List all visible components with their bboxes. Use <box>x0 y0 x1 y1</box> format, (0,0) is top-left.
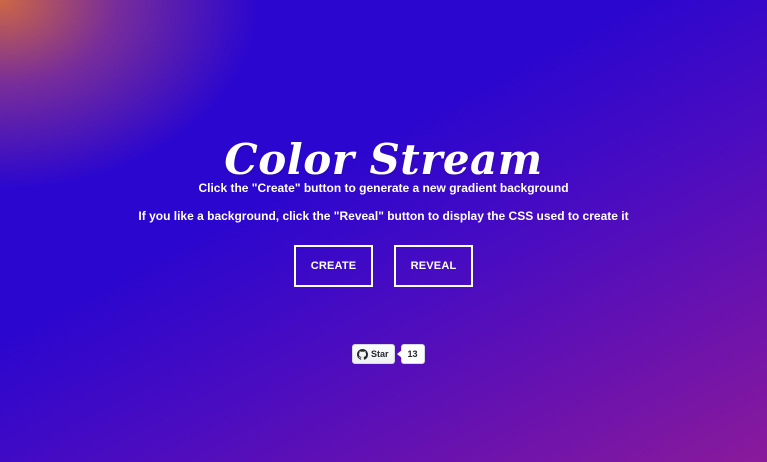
github-star-count[interactable]: 13 <box>396 344 425 364</box>
create-button[interactable]: CREATE <box>294 245 373 287</box>
github-star-label: Star <box>371 349 389 359</box>
github-star-button[interactable]: Star <box>352 344 395 364</box>
reveal-button[interactable]: REVEAL <box>394 245 473 287</box>
instruction-create: Click the "Create" button to generate a … <box>198 181 569 195</box>
github-star-widget: Star 13 <box>352 344 425 364</box>
instruction-reveal: If you like a background, click the "Rev… <box>138 209 629 223</box>
action-buttons: CREATE REVEAL <box>0 245 767 287</box>
github-icon <box>357 348 368 360</box>
